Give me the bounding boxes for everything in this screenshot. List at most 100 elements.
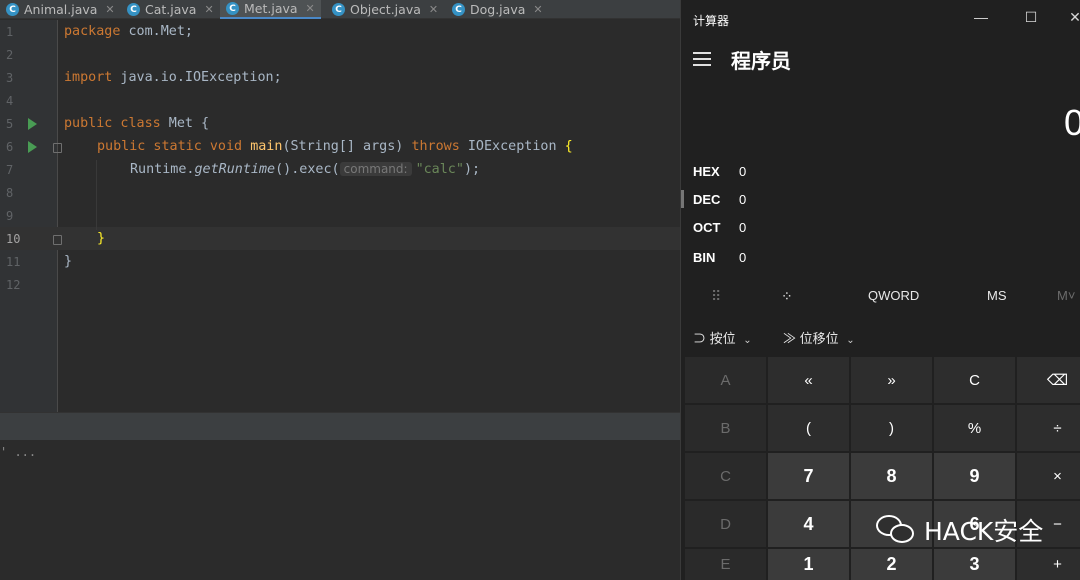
code-line-5: public class Met {	[64, 116, 209, 131]
close-tab-icon[interactable]: ✕	[429, 3, 438, 16]
keyword: import	[64, 70, 113, 85]
window-title: 计算器	[693, 14, 730, 28]
radix-value: 0	[739, 164, 747, 179]
key-d[interactable]: D	[685, 501, 766, 547]
calculator-window: 计算器 — ☐ ✕ 程序员 0 HEX 0 DEC 0 OCT 0 BIN 0 ⠿ ⁘ …	[680, 0, 1080, 580]
line-number: 6	[6, 140, 14, 154]
close-tab-icon[interactable]: ✕	[533, 3, 542, 16]
radix-hex[interactable]: HEX 0	[693, 164, 753, 179]
radix-value: 0	[739, 220, 747, 235]
key-c-hex[interactable]: C	[685, 453, 766, 499]
bitshift-label: 位移位	[799, 331, 839, 346]
indent-guide	[96, 160, 97, 230]
tab-animal-java[interactable]: C Animal.java ✕	[6, 0, 115, 19]
key-3[interactable]: 3	[934, 549, 1015, 580]
tab-dog-java[interactable]: C Dog.java ✕	[452, 0, 543, 19]
code-text: Runtime.	[130, 162, 195, 177]
run-class-icon[interactable]	[28, 118, 37, 130]
key-multiply[interactable]: ×	[1017, 453, 1080, 499]
code-line-6: public static void main(String[] args) t…	[97, 139, 573, 154]
tab-label: Cat.java	[145, 2, 197, 17]
key-open-paren[interactable]: (	[768, 405, 849, 451]
key-add[interactable]: +	[1017, 549, 1080, 580]
code-text: java.io.IOException;	[112, 70, 282, 85]
code-line-3: import java.io.IOException;	[64, 70, 282, 85]
key-e[interactable]: E	[685, 549, 766, 580]
method-call: getRuntime	[194, 162, 276, 177]
string-literal: "calc"	[415, 162, 464, 177]
bitshift-dropdown[interactable]: ≫ 位移位 ⌄	[783, 328, 855, 347]
code-text: );	[463, 162, 481, 177]
key-divide[interactable]: ÷	[1017, 405, 1080, 451]
keyword: public static void	[97, 139, 243, 154]
radix-oct[interactable]: OCT 0	[693, 220, 753, 235]
tab-object-java[interactable]: C Object.java ✕	[332, 0, 438, 19]
close-tab-icon[interactable]: ✕	[204, 3, 213, 16]
bitwise-label: 按位	[709, 331, 736, 346]
key-clear[interactable]: C	[934, 357, 1015, 403]
line-number: 2	[6, 48, 14, 62]
key-7[interactable]: 7	[768, 453, 849, 499]
maximize-button[interactable]: ☐	[1021, 9, 1041, 29]
editor-tab-bar: C Animal.java ✕ C Cat.java ✕ C Met.java …	[0, 0, 680, 19]
code-text: Met {	[160, 116, 210, 131]
close-button[interactable]: ✕	[1065, 9, 1080, 29]
class-icon: C	[226, 2, 239, 15]
class-icon: C	[452, 3, 465, 16]
key-a[interactable]: A	[685, 357, 766, 403]
fold-icon[interactable]	[53, 235, 62, 245]
minimize-button[interactable]: —	[971, 9, 991, 29]
operations-row: ⊃ 按位 ⌄ ≫ 位移位 ⌄	[681, 324, 1080, 348]
code-text: (String[] args)	[282, 139, 412, 154]
key-2[interactable]: 2	[851, 549, 932, 580]
backspace-icon[interactable]: ⌫	[1017, 357, 1080, 403]
tab-cat-java[interactable]: C Cat.java ✕	[127, 0, 214, 19]
menu-icon[interactable]	[693, 52, 711, 70]
close-tab-icon[interactable]: ✕	[306, 2, 315, 15]
line-number: 12	[6, 278, 21, 292]
key-b[interactable]: B	[685, 405, 766, 451]
keyword: throws	[411, 139, 460, 154]
radix-bin[interactable]: BIN 0	[693, 250, 753, 265]
fold-icon[interactable]	[53, 143, 62, 153]
chevron-down-icon: ⌄	[743, 335, 752, 346]
key-modulo[interactable]: %	[934, 405, 1015, 451]
key-4[interactable]: 4	[768, 501, 849, 547]
code-text: ().exec(	[275, 162, 340, 177]
key-8[interactable]: 8	[851, 453, 932, 499]
word-size-button[interactable]: QWORD	[868, 288, 919, 303]
code-line-1: package com.Met;	[64, 24, 193, 39]
result-display: 0	[1063, 102, 1080, 143]
run-main-icon[interactable]	[28, 141, 37, 153]
line-number: 1	[6, 25, 14, 39]
tab-met-java[interactable]: C Met.java ✕	[220, 0, 321, 19]
tab-label: Object.java	[350, 2, 421, 17]
watermark-text: HACK安全	[924, 517, 1044, 546]
keyword: package	[64, 24, 121, 39]
radix-label: DEC	[693, 192, 721, 207]
selected-radix-indicator	[681, 190, 684, 208]
code-line-10: }	[97, 231, 106, 246]
key-1[interactable]: 1	[768, 549, 849, 580]
mode-row: ⠿ ⁘ QWORD MS M˅	[681, 282, 1080, 312]
key-left-shift[interactable]: «	[768, 357, 849, 403]
brace: {	[564, 139, 573, 154]
close-tab-icon[interactable]: ✕	[105, 3, 114, 16]
logic-gate-icon: ⊃	[693, 331, 707, 346]
bit-toggle-keypad-icon[interactable]: ⁘	[781, 288, 793, 305]
line-number: 10	[6, 232, 21, 246]
tab-label: Met.java	[244, 1, 298, 16]
full-keypad-icon[interactable]: ⠿	[711, 288, 721, 305]
chevron-down-icon: ⌄	[846, 335, 855, 346]
key-close-paren[interactable]: )	[851, 405, 932, 451]
tab-label: Animal.java	[24, 2, 98, 17]
radix-dec[interactable]: DEC 0	[693, 192, 753, 207]
memory-dropdown-button[interactable]: M˅	[1057, 288, 1075, 303]
memory-store-button[interactable]: MS	[987, 288, 1007, 303]
code-line-11: }	[64, 254, 73, 269]
key-9[interactable]: 9	[934, 453, 1015, 499]
key-right-shift[interactable]: »	[851, 357, 932, 403]
line-number: 3	[6, 71, 14, 85]
ide-window: C Animal.java ✕ C Cat.java ✕ C Met.java …	[0, 0, 680, 580]
bitwise-dropdown[interactable]: ⊃ 按位 ⌄	[693, 328, 752, 347]
